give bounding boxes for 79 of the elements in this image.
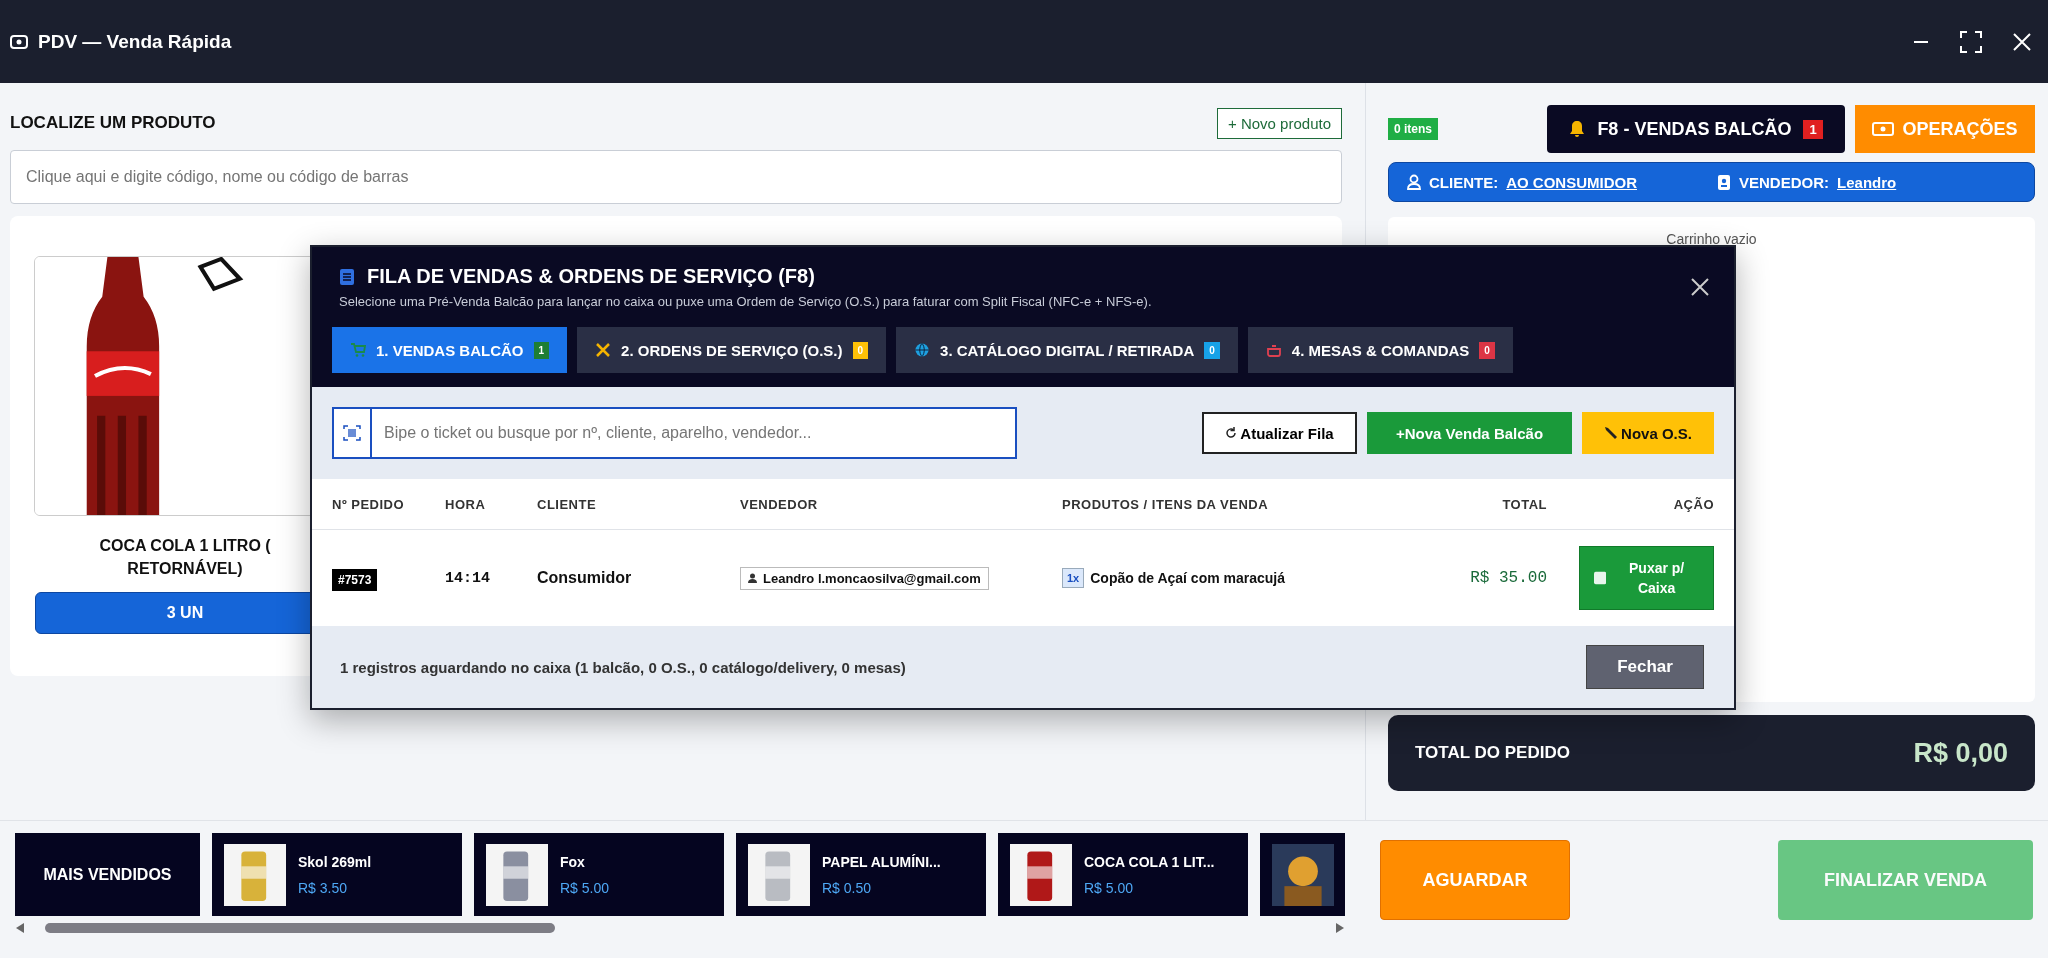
items-badge: 0 itens [1388, 118, 1438, 140]
product-name: COCA COLA 1 LITRO ( RETORNÁVEL) [98, 536, 272, 579]
column-header: AÇÃO [1672, 496, 1714, 512]
count-badge: 1 [1803, 119, 1823, 139]
column-header: TOTAL [1501, 496, 1547, 512]
tile-price: R$ 5.00 [560, 879, 610, 896]
close-button[interactable]: Fechar [1586, 645, 1704, 689]
scroll-right-icon[interactable] [1335, 922, 1345, 934]
scan-button[interactable] [332, 407, 372, 459]
new-product-button[interactable]: + Novo produto [1217, 107, 1342, 139]
column-header: Nº PEDIDO [332, 496, 406, 512]
tile-price: R$ 3.50 [298, 879, 349, 896]
client-link[interactable]: AO CONSUMIDOR [1506, 173, 1637, 191]
new-service-order-button[interactable]: Nova O.S. [1582, 412, 1714, 454]
product-tile[interactable]: PAPEL ALUMÍNI... R$ 0.50 [736, 833, 986, 916]
queue-tab[interactable]: 4. MESAS & COMANDAS 0 [1247, 327, 1513, 373]
person-icon [748, 573, 757, 583]
column-header: VENDEDOR [740, 496, 819, 512]
pull-to-register-button[interactable]: Puxar p/ Caixa [1579, 546, 1714, 610]
column-header: PRODUTOS / ITENS DA VENDA [1062, 496, 1270, 512]
section-heading: LOCALIZE UM PRODUTO [10, 113, 216, 133]
column-header: HORA [445, 496, 487, 512]
cash-icon [1872, 121, 1895, 137]
total-value: R$ 0,00 [1913, 737, 2008, 769]
seller-label: VENDEDOR: [1739, 173, 1830, 191]
product-tile[interactable]: Skol 269ml R$ 3.50 [212, 833, 462, 916]
register-icon [10, 33, 28, 50]
queue-tab[interactable]: 2. ORDENS DE SERVIÇO (O.S.) 0 [577, 327, 887, 373]
quantity-tag: 1x [1062, 568, 1085, 588]
refresh-icon [1225, 427, 1238, 439]
count-badge: 0 [1479, 341, 1495, 359]
scroll-left-icon[interactable] [15, 922, 25, 934]
dialog-title: FILA DE VENDAS & ORDENS DE SERVIÇO (F8) [367, 265, 815, 288]
seller-name: Leandro l.moncaosilva@gmail.com [763, 570, 981, 586]
total-cell-text: R$ 35.00 [1469, 569, 1547, 587]
tile-name: COCA COLA 1 LIT... [1084, 853, 1215, 870]
bell-icon [1569, 120, 1586, 138]
ticket-search-field[interactable]: Bipe o ticket ou busque por nº, cliente, aparelho, vendedor... [372, 407, 1017, 459]
tile-price: R$ 0.50 [822, 879, 873, 896]
window-title: PDV — Venda Rápida [38, 30, 232, 53]
queue-tab[interactable]: 1. VENDAS BALCÃO 1 [332, 327, 568, 373]
queue-summary: 1 registros aguardando no caixa (1 balcão, 0 O.S., 0 catálogo/delivery, 0 mesas) [340, 658, 906, 676]
close-icon[interactable] [1690, 277, 1710, 297]
total-label: TOTAL DO PEDIDO [1415, 743, 1570, 763]
product-cell: Copão de Açaí com maracujá [1090, 570, 1286, 586]
order-number: #7573 [332, 568, 378, 591]
product-tile[interactable]: COCA COLA 1 LIT... R$ 5.00 [998, 833, 1248, 916]
product-tile[interactable] [1260, 833, 1345, 916]
globe-icon [914, 342, 931, 358]
person-icon [1407, 174, 1421, 190]
count-badge: 0 [852, 341, 869, 359]
id-card-icon [1717, 173, 1731, 191]
dialog-subtitle: Selecione uma Pré-Venda Balcão para lançar no caixa ou puxe uma Ordem de Serviço (O.S.) para faturar com Split Fiscal (NFC-e + NFS-e). [339, 294, 1152, 309]
seller-link[interactable]: Leandro [1837, 173, 1897, 191]
checkbox-icon [1594, 571, 1607, 585]
cart-icon [350, 342, 366, 358]
time-cell-text: 14:14 [445, 569, 491, 587]
tile-price: R$ 5.00 [1084, 879, 1135, 896]
fullscreen-icon[interactable] [1960, 30, 1982, 53]
tile-name: Skol 269ml [298, 853, 372, 870]
best-sellers-heading: MAIS VENDIDOS [15, 833, 200, 916]
tile-name: PAPEL ALUMÍNI... [822, 853, 941, 870]
product-tile[interactable]: Fox R$ 5.00 [474, 833, 724, 916]
list-icon [339, 267, 355, 286]
client-cell-text: Consumidor [537, 569, 633, 587]
count-badge: 1 [533, 341, 550, 359]
queue-tab[interactable]: 3. CATÁLOGO DIGITAL / RETIRADA 0 [896, 327, 1238, 373]
client-label: CLIENTE: [1429, 173, 1499, 191]
refresh-queue-button[interactable]: Atualizar Fila [1202, 412, 1357, 454]
queue-button[interactable]: F8 - VENDAS BALCÃO 1 [1547, 105, 1845, 153]
count-badge: 0 [1204, 341, 1220, 359]
scrollbar-thumb[interactable] [45, 923, 555, 933]
tile-name: Fox [560, 853, 586, 870]
pot-icon [1265, 342, 1282, 358]
new-sale-button[interactable]: +Nova Venda Balcão [1367, 412, 1572, 454]
column-header: CLIENTE [537, 496, 598, 512]
barcode-icon [343, 425, 361, 441]
empty-cart-text: Carrinho vazio [1666, 231, 1757, 247]
product-search-field[interactable]: Clique aqui e digite código, nome ou código de barras [10, 150, 1342, 204]
